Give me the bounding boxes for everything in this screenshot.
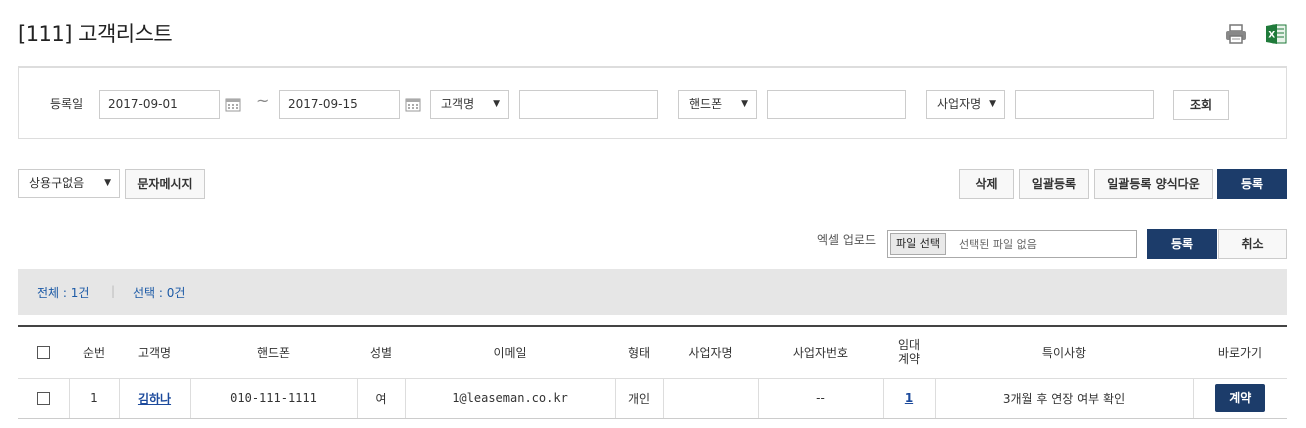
customer-name-select-value: 고객명 — [441, 97, 475, 111]
count-bar: 전체 : 1건 | 선택 : 0건 — [18, 269, 1287, 315]
title-icons: X — [1224, 22, 1288, 46]
date-range-tilde: ~ — [256, 91, 270, 110]
customer-table: 순번 고객명 핸드폰 성별 이메일 형태 사업자명 사업자번호 임대 계약 특이… — [18, 325, 1287, 419]
page-title: [111] 고객리스트 — [18, 22, 173, 46]
column-header: 임대 계약 — [883, 326, 935, 379]
file-choose-button[interactable]: 파일 선택 — [890, 233, 946, 255]
table-row: 1 김하나 010-111-1111 여 1@leaseman.co.kr 개인… — [18, 378, 1287, 419]
chevron-down-icon: ▼ — [741, 99, 748, 109]
chevron-down-icon: ▼ — [104, 178, 111, 188]
note-cell: 3개월 후 연장 여부 확인 — [935, 378, 1194, 419]
excel-file-input[interactable]: 파일 선택 선택된 파일 없음 — [887, 230, 1137, 258]
business-name-cell — [663, 378, 759, 419]
phone-input[interactable] — [767, 90, 906, 119]
phone-cell: 010-111-1111 — [190, 378, 358, 419]
gender-cell: 여 — [357, 378, 406, 419]
sms-button[interactable]: 문자메시지 — [125, 169, 205, 199]
column-header: 특이사항 — [935, 326, 1193, 379]
total-count: 전체 : 1건 — [37, 286, 90, 300]
contract-button[interactable]: 계약 — [1215, 384, 1266, 412]
column-header: 핸드폰 — [190, 326, 357, 379]
count-separator: | — [111, 284, 116, 298]
excel-icon[interactable]: X — [1264, 22, 1288, 46]
column-header: 이메일 — [405, 326, 615, 379]
registration-date-label: 등록일 — [50, 97, 84, 111]
phrase-select[interactable]: 상용구없음 ▼ — [18, 169, 120, 198]
column-header: 형태 — [615, 326, 663, 379]
upload-register-button[interactable]: 등록 — [1147, 229, 1217, 259]
search-button[interactable]: 조회 — [1173, 90, 1229, 120]
phone-select-value: 핸드폰 — [689, 97, 723, 111]
row-checkbox[interactable] — [36, 392, 50, 405]
column-header: 성별 — [357, 326, 405, 379]
calendar-icon[interactable] — [405, 96, 421, 112]
select-all-header[interactable] — [18, 326, 69, 379]
type-cell: 개인 — [615, 378, 664, 419]
print-icon[interactable] — [1224, 22, 1248, 46]
table-header-row: 순번 고객명 핸드폰 성별 이메일 형태 사업자명 사업자번호 임대 계약 특이… — [18, 326, 1287, 379]
register-button[interactable]: 등록 — [1217, 169, 1287, 199]
customer-name-link[interactable]: 김하나 — [138, 392, 171, 406]
customer-name-cell: 김하나 — [119, 378, 191, 419]
customer-name-select[interactable]: 고객명 ▼ — [430, 90, 509, 119]
business-name-select-value: 사업자명 — [937, 97, 982, 111]
date-from-input[interactable]: 2017-09-01 — [99, 90, 220, 119]
select-all-checkbox[interactable] — [37, 346, 50, 360]
date-to-input[interactable]: 2017-09-15 — [279, 90, 400, 119]
lease-contract-cell: 1 — [883, 378, 936, 419]
column-header: 사업자명 — [663, 326, 758, 379]
calendar-icon[interactable] — [225, 96, 241, 112]
business-name-input[interactable] — [1015, 90, 1154, 119]
bulk-form-download-button[interactable]: 일괄등록 양식다운 — [1094, 169, 1213, 199]
phone-select[interactable]: 핸드폰 ▼ — [678, 90, 757, 119]
column-header: 바로가기 — [1193, 326, 1287, 379]
svg-text:X: X — [1268, 31, 1275, 41]
excel-upload-label: 엑셀 업로드 — [817, 233, 877, 247]
column-header: 사업자번호 — [758, 326, 883, 379]
shortcut-cell: 계약 — [1193, 378, 1287, 419]
row-number: 1 — [69, 378, 120, 419]
delete-button[interactable]: 삭제 — [959, 169, 1014, 199]
file-status-text: 선택된 파일 없음 — [959, 238, 1037, 251]
phrase-select-value: 상용구없음 — [29, 176, 85, 190]
customer-name-input[interactable] — [519, 90, 658, 119]
upload-cancel-button[interactable]: 취소 — [1218, 229, 1287, 259]
column-header: 순번 — [69, 326, 119, 379]
chevron-down-icon: ▼ — [493, 99, 500, 109]
selected-count: 선택 : 0건 — [133, 286, 186, 300]
business-number-cell: -- — [758, 378, 884, 419]
email-cell: 1@leaseman.co.kr — [405, 378, 616, 419]
bulk-register-button[interactable]: 일괄등록 — [1019, 169, 1089, 199]
search-panel: 등록일 2017-09-01 ~ 2017-09-15 고객명 ▼ 핸드폰 ▼ … — [18, 66, 1287, 139]
chevron-down-icon: ▼ — [989, 99, 996, 109]
business-name-select[interactable]: 사업자명 ▼ — [926, 90, 1005, 119]
row-select-cell[interactable] — [18, 378, 70, 419]
column-header: 고객명 — [119, 326, 190, 379]
lease-contract-link[interactable]: 1 — [905, 391, 913, 405]
